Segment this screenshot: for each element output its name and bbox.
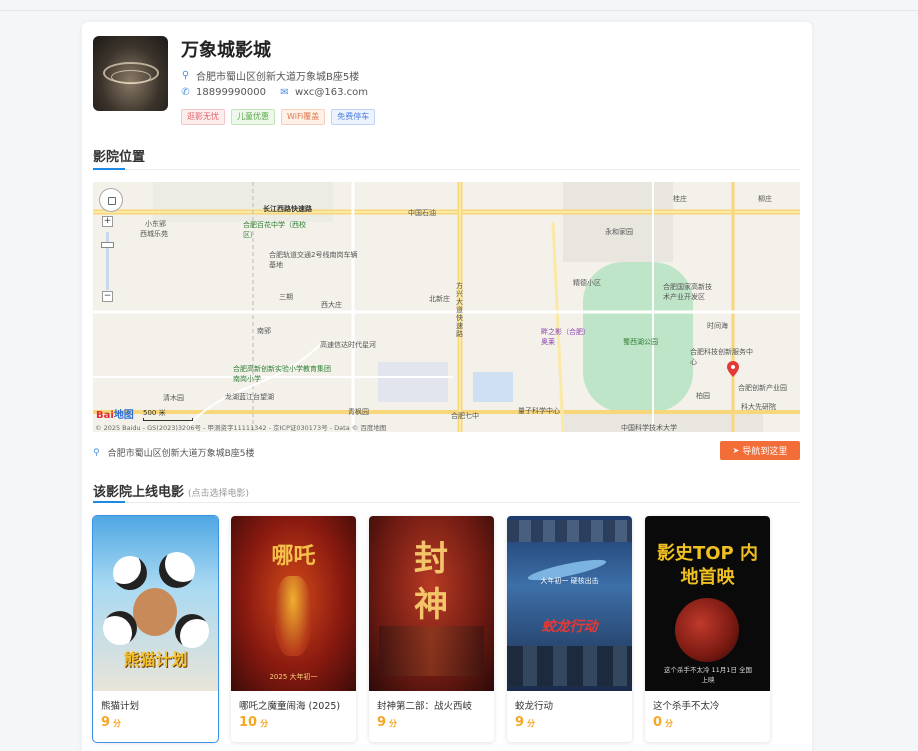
map-label: 桂庄 bbox=[673, 195, 687, 203]
map-label: 小东郢 bbox=[145, 220, 166, 228]
movies-section-title: 该影院上线电影 (点击选择电影) bbox=[93, 485, 250, 500]
cinema-email: wxc@163.com bbox=[295, 87, 369, 98]
movie-poster: 熊猫计划 bbox=[93, 516, 218, 691]
map-label: 西大庄 bbox=[321, 301, 342, 309]
map-zoom-out-button[interactable]: − bbox=[102, 291, 113, 302]
map-label: 北新庄 bbox=[429, 295, 450, 303]
movie-poster: 封神 bbox=[369, 516, 494, 691]
map-label: 科大先研院 bbox=[741, 403, 776, 411]
movie-score: 9分 bbox=[515, 715, 536, 730]
map-label: 长江西路快速路 bbox=[263, 205, 312, 213]
cinema-contact-row: ✆ 18899990000 ✉ wxc@163.com bbox=[181, 87, 368, 98]
movie-poster: 大年初一 硬核出击 蛟龙行动 bbox=[507, 516, 632, 691]
cinema-phone: 18899990000 bbox=[196, 87, 266, 98]
movie-title: 这个杀手不太冷 bbox=[653, 701, 720, 712]
cinema-address-row: ⚲ 合肥市蜀山区创新大道万象城B座5楼 bbox=[181, 68, 359, 83]
map-label: 合肥国家高新技术产业开发区 bbox=[663, 283, 712, 301]
map-label: 合肥轨道交通2号线南岗车辆基地 bbox=[269, 251, 358, 269]
map-label: 合肥高新创新实验小学教育集团南岗小学 bbox=[233, 365, 331, 383]
map-zoom-in-button[interactable]: + bbox=[102, 216, 113, 227]
cinema-tags: 逛影无忧 儿童优惠 WiFi覆盖 免费停车 bbox=[181, 109, 376, 125]
movie-score: 9分 bbox=[101, 715, 122, 730]
map-label: 合肥百花中学（西校区） bbox=[243, 221, 306, 239]
section-divider bbox=[93, 501, 800, 503]
movie-card[interactable]: 影史TOP 内地首映 这个杀手不太冷 11月1日 全国上映 这个杀手不太冷 0分 bbox=[645, 516, 770, 742]
map-label: 西城乐苑 bbox=[140, 230, 168, 238]
map-pan-control[interactable] bbox=[99, 188, 123, 212]
map-label: 青枫园 bbox=[348, 408, 369, 416]
map-label: 合肥科技创新服务中心 bbox=[690, 348, 753, 366]
map-copyright: © 2025 Baidu - GS(2023)3206号 - 甲测资字11111… bbox=[95, 424, 387, 432]
map-label: 合肥七中 bbox=[451, 412, 479, 420]
map-pin-icon: ⚲ bbox=[181, 70, 190, 81]
map-label: 永和家园 bbox=[605, 228, 633, 236]
map-label: 时间海 bbox=[707, 322, 728, 330]
cinema-detail-card: 万象城影城 ⚲ 合肥市蜀山区创新大道万象城B座5楼 ✆ 18899990000 … bbox=[82, 22, 812, 751]
movie-score: 9分 bbox=[377, 715, 398, 730]
movie-card[interactable]: 哪吒 2025 大年初一 哪吒之魔童闹海 (2025) 10 分 bbox=[231, 516, 356, 742]
mail-icon: ✉ bbox=[280, 87, 289, 98]
map-label: 清木园 bbox=[163, 394, 184, 402]
map-label: 三期 bbox=[279, 293, 293, 301]
location-address-row: ⚲ 合肥市蜀山区创新大道万象城B座5楼 bbox=[93, 446, 255, 460]
map-label: 柳庄 bbox=[758, 195, 772, 203]
movie-card[interactable]: 封神 封神第二部：战火西岐 9分 bbox=[369, 516, 494, 742]
cinema-name: 万象城影城 bbox=[181, 40, 271, 61]
location-section-title: 影院位置 bbox=[93, 150, 146, 165]
tag: 逛影无忧 bbox=[181, 109, 225, 125]
movie-poster: 影史TOP 内地首映 这个杀手不太冷 11月1日 全国上映 bbox=[645, 516, 770, 691]
map-label: 畔之影（合肥）奥莱 bbox=[541, 328, 590, 346]
map-label: 蜀西湖公园 bbox=[623, 338, 658, 346]
map-scale-label: 500 米 bbox=[143, 409, 166, 417]
map-label: 量子科学中心 bbox=[518, 407, 560, 415]
location-address: 合肥市蜀山区创新大道万象城B座5楼 bbox=[107, 449, 255, 459]
map-label: 龙湖蓝江台望湖 bbox=[225, 393, 274, 401]
map-pin-icon: ⚲ bbox=[93, 447, 100, 458]
cinema-logo bbox=[93, 36, 168, 111]
navigate-button[interactable]: ➤ 导航到这里 bbox=[720, 441, 800, 460]
map-label: 柏园 bbox=[696, 392, 710, 400]
movie-title: 熊猫计划 bbox=[101, 701, 140, 712]
map-zoom-handle[interactable] bbox=[101, 242, 114, 248]
navigate-label: 导航到这里 bbox=[742, 447, 788, 457]
movie-score: 0分 bbox=[653, 715, 674, 730]
movie-poster: 哪吒 2025 大年初一 bbox=[231, 516, 356, 691]
map-canvas bbox=[93, 182, 800, 432]
baidu-map-logo: Bai地图 bbox=[96, 410, 134, 421]
movie-title: 哪吒之魔童闹海 (2025) bbox=[239, 701, 341, 712]
movie-list: 熊猫计划 熊猫计划 9分 哪吒 2025 大年初一 哪吒之魔童闹海 (2025)… bbox=[93, 516, 770, 742]
cinema-address: 合肥市蜀山区创新大道万象城B座5楼 bbox=[196, 72, 360, 83]
movies-section-subtitle: (点击选择电影) bbox=[188, 489, 250, 499]
map-zoom-track[interactable] bbox=[106, 232, 109, 290]
map-label: 高速信达时代星河 bbox=[320, 341, 376, 349]
map-label: 南郢 bbox=[257, 327, 271, 335]
phone-icon: ✆ bbox=[181, 87, 190, 98]
section-divider bbox=[93, 168, 800, 170]
map-scale-bar bbox=[143, 418, 193, 421]
map-label: 方兴大道快速路 bbox=[456, 282, 463, 338]
map-label: 精德小区 bbox=[573, 279, 601, 287]
movie-card[interactable]: 大年初一 硬核出击 蛟龙行动 蛟龙行动 9分 bbox=[507, 516, 632, 742]
movie-title: 蛟龙行动 bbox=[515, 701, 554, 712]
tag: 免费停车 bbox=[331, 109, 376, 125]
movie-card[interactable]: 熊猫计划 熊猫计划 9分 bbox=[93, 516, 218, 742]
movie-title: 封神第二部：战火西岐 bbox=[377, 701, 473, 712]
map-label: 中国石油 bbox=[408, 209, 436, 217]
tag: WiFi覆盖 bbox=[281, 109, 326, 125]
map-label: 合肥创新产业园 bbox=[738, 384, 787, 392]
movie-score: 10 分 bbox=[239, 715, 269, 730]
top-divider bbox=[0, 10, 918, 11]
map-view[interactable]: 长江西路快速路 中国石油 合肥百花中学（西校区） 合肥轨道交通2号线南岗车辆基地… bbox=[93, 182, 800, 432]
tag: 儿童优惠 bbox=[231, 109, 275, 125]
navigate-icon: ➤ bbox=[732, 446, 740, 455]
map-label: 中国科学技术大学 bbox=[621, 424, 677, 432]
